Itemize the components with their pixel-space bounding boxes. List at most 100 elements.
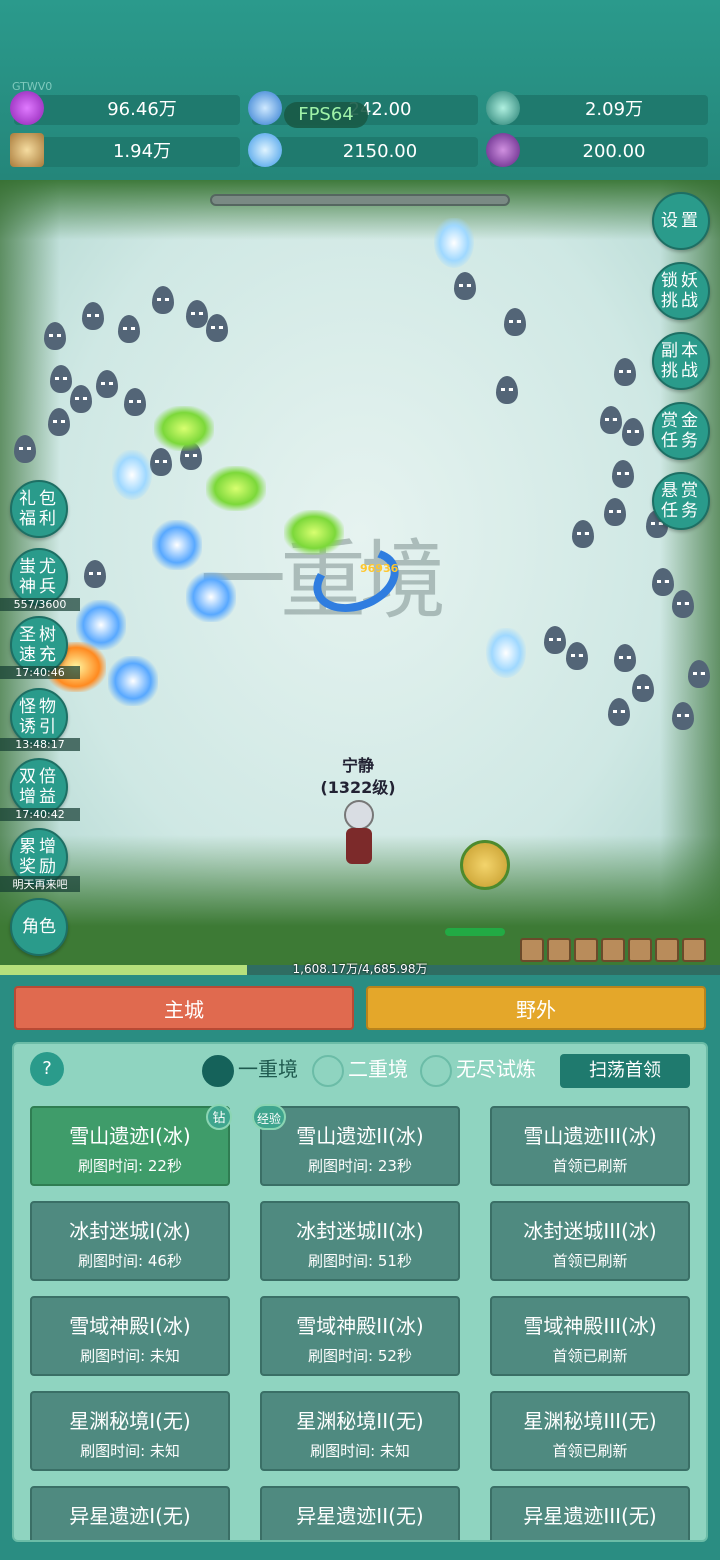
map-name: 星渊秘境III(无)	[523, 1409, 657, 1433]
enemy	[614, 358, 636, 386]
reward-task-button[interactable]: 悬赏任务	[652, 472, 710, 530]
map-name: 冰封迷城II(冰)	[296, 1219, 424, 1243]
map-card[interactable]: 雪山遗迹II(冰) 刷图时间: 23秒	[260, 1106, 460, 1186]
enemy	[44, 322, 66, 350]
help-button[interactable]: ?	[30, 1052, 64, 1086]
map-refresh-time: 刷图时间: 23秒	[308, 1157, 412, 1175]
poison-flame-effect	[206, 466, 266, 511]
map-refresh-time: 刷图时间: 未知	[80, 1347, 180, 1365]
map-refresh-time: 首领已刷新	[552, 1347, 628, 1365]
skill-slot-icon[interactable]	[547, 938, 571, 962]
map-card[interactable]: 星渊秘境I(无) 刷图时间: 未知	[30, 1391, 230, 1471]
map-card[interactable]: 星渊秘境II(无) 刷图时间: 未知	[260, 1391, 460, 1471]
sacred-tree-timer: 17:40:46	[0, 666, 80, 679]
map-name: 雪域神殿I(冰)	[69, 1314, 191, 1338]
enemy	[632, 674, 654, 702]
bounty-task-button[interactable]: 赏金任务	[652, 402, 710, 460]
map-card[interactable]: 雪山遗迹I(冰) 刷图时间: 22秒	[30, 1106, 230, 1186]
enemy	[124, 388, 146, 416]
skill-slot-icon[interactable]	[655, 938, 679, 962]
map-card[interactable]: 异星遗迹III(无)	[490, 1486, 690, 1540]
diamond-reward-tag: 钻	[206, 1104, 232, 1130]
map-card[interactable]: 雪域神殿III(冰) 首领已刷新	[490, 1296, 690, 1376]
map-name: 冰封迷城III(冰)	[523, 1219, 657, 1243]
map-name: 星渊秘境II(无)	[296, 1409, 424, 1433]
map-card[interactable]: 冰封迷城II(冰) 刷图时间: 51秒	[260, 1201, 460, 1281]
map-name: 雪山遗迹I(冰)	[69, 1124, 191, 1148]
realm-option-endless[interactable]: 无尽试炼	[420, 1052, 536, 1087]
battle-field[interactable]: 一重境 96936 宁静 (1322级)	[0, 180, 720, 965]
enemy	[150, 448, 172, 476]
cumulative-reward-status: 明天再来吧	[0, 876, 80, 892]
enemy	[454, 272, 476, 300]
enemy	[14, 435, 36, 463]
skill-slot-icon[interactable]	[574, 938, 598, 962]
enemy	[496, 376, 518, 404]
resource-book: 1.94万	[10, 133, 240, 167]
map-select-panel: ? 一重境 二重境 无尽试炼 扫荡首领 雪山遗迹I(冰) 刷图时间: 22秒 雪山遗…	[12, 1042, 708, 1542]
enemy	[566, 642, 588, 670]
realm-option-2[interactable]: 二重境	[312, 1052, 408, 1087]
enemy	[504, 308, 526, 336]
hero-character[interactable]	[334, 800, 384, 880]
map-card[interactable]: 冰封迷城III(冰) 首领已刷新	[490, 1201, 690, 1281]
character-button[interactable]: 角色	[10, 898, 68, 956]
enemy	[96, 370, 118, 398]
enemy	[614, 644, 636, 672]
skill-slot-icon[interactable]	[682, 938, 706, 962]
map-card[interactable]: 冰封迷城I(冰) 刷图时间: 46秒	[30, 1201, 230, 1281]
sweep-boss-button[interactable]: 扫荡首领	[560, 1054, 690, 1088]
enemy	[118, 315, 140, 343]
map-name: 雪域神殿III(冰)	[523, 1314, 657, 1338]
sunflower-pet[interactable]	[460, 840, 510, 890]
enemy	[612, 460, 634, 488]
top-bar: GTWV0 FPS64 96.46万 242.00 2.09万 1.94万 21…	[0, 0, 720, 180]
demon-lock-challenge-button[interactable]: 锁妖挑战	[652, 262, 710, 320]
dungeon-challenge-button[interactable]: 副本挑战	[652, 332, 710, 390]
hero-body	[346, 828, 372, 864]
diamond-icon	[10, 91, 44, 125]
skill-bar	[520, 938, 709, 962]
map-card[interactable]: 异星遗迹I(无)	[30, 1486, 230, 1540]
map-refresh-time: 刷图时间: 未知	[80, 1442, 180, 1460]
enemy	[84, 560, 106, 588]
enemy	[688, 660, 710, 688]
book-icon	[10, 133, 44, 167]
settings-button[interactable]: 设置	[652, 192, 710, 250]
monster-lure-timer: 13:48:17	[0, 738, 80, 751]
map-name: 异星遗迹I(无)	[69, 1504, 191, 1528]
gift-welfare-button[interactable]: 礼包福利	[10, 480, 68, 538]
wave-progress-bar	[210, 194, 510, 206]
map-card[interactable]: 雪域神殿II(冰) 刷图时间: 52秒	[260, 1296, 460, 1376]
orb-icon	[486, 91, 520, 125]
map-name: 冰封迷城I(冰)	[69, 1219, 191, 1243]
double-bonus-timer: 17:40:42	[0, 808, 80, 821]
map-card[interactable]: 星渊秘境III(无) 首领已刷新	[490, 1391, 690, 1471]
chiyou-weapon-progress: 557/3600	[0, 598, 80, 611]
grape-icon	[486, 133, 520, 167]
map-name: 异星遗迹II(无)	[296, 1504, 424, 1528]
crystal-icon	[248, 91, 282, 125]
skill-slot-icon[interactable]	[520, 938, 544, 962]
map-card[interactable]: 雪域神殿I(冰) 刷图时间: 未知	[30, 1296, 230, 1376]
map-refresh-time: 首领已刷新	[552, 1442, 628, 1460]
skill-slot-icon[interactable]	[628, 938, 652, 962]
map-refresh-time: 首领已刷新	[552, 1252, 628, 1270]
enemy	[50, 365, 72, 393]
enemy	[572, 520, 594, 548]
enemy	[652, 568, 674, 596]
map-card[interactable]: 雪山遗迹III(冰) 首领已刷新	[490, 1106, 690, 1186]
wild-tab[interactable]: 野外	[366, 986, 706, 1030]
poison-flame-effect	[284, 510, 344, 555]
map-refresh-time: 刷图时间: 未知	[310, 1442, 410, 1460]
enemy	[206, 314, 228, 342]
resource-orb: 2.09万	[486, 91, 708, 125]
realm-option-1[interactable]: 一重境	[202, 1052, 298, 1087]
main-city-tab[interactable]: 主城	[14, 986, 354, 1030]
foliage-top	[0, 180, 720, 240]
map-card[interactable]: 异星遗迹II(无)	[260, 1486, 460, 1540]
exp-reward-tag: 经验	[252, 1104, 286, 1130]
skill-slot-icon[interactable]	[601, 938, 625, 962]
radio-unselected-icon	[420, 1054, 452, 1087]
enemy	[672, 590, 694, 618]
